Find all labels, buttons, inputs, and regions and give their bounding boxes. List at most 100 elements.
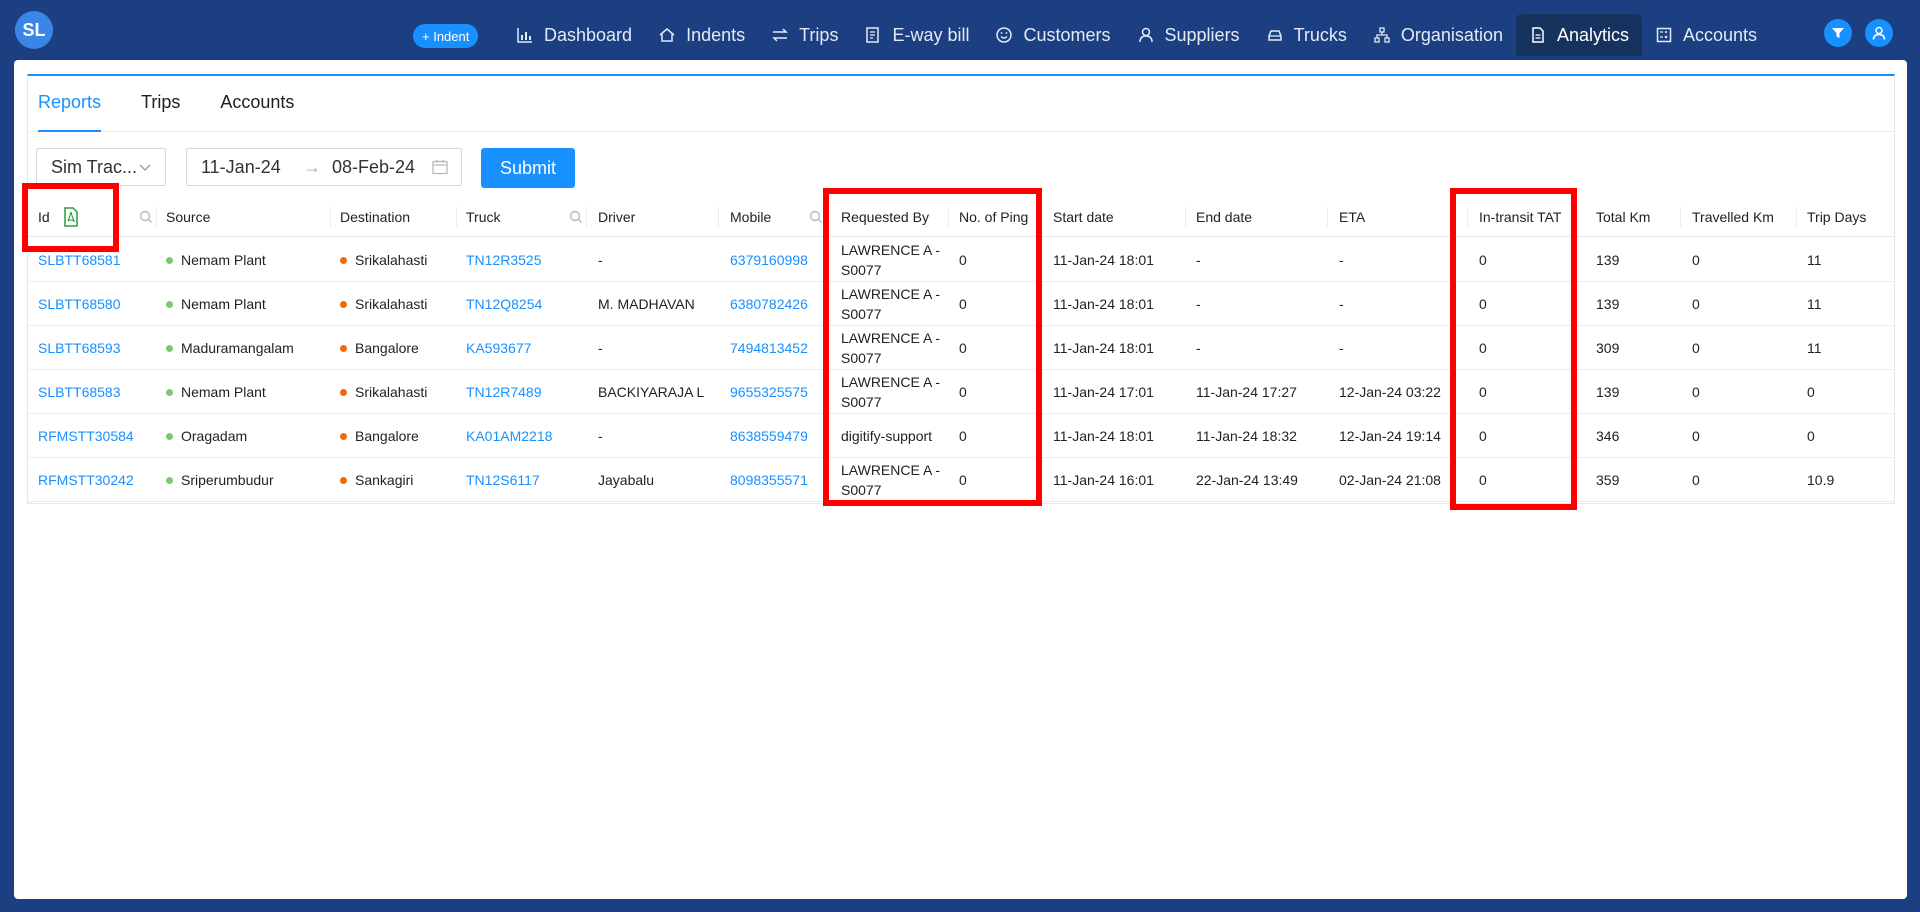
nav-analytics[interactable]: Analytics	[1515, 14, 1642, 56]
trip-id-link[interactable]: SLBTT68593	[38, 326, 121, 370]
date-from[interactable]: 11-Jan-24	[201, 157, 281, 178]
source-cell: Nemam Plant	[166, 238, 266, 282]
col-trip-days[interactable]: Trip Days	[1807, 197, 1866, 237]
date-range-arrow: →	[303, 156, 321, 177]
submit-button[interactable]: Submit	[481, 148, 575, 188]
trip-id-link[interactable]: SLBTT68583	[38, 370, 121, 414]
driver-cell: Jayabalu	[598, 472, 655, 488]
cluster-icon	[1374, 27, 1390, 43]
mobile-link[interactable]: 6380782426	[730, 282, 808, 326]
col-truck[interactable]: Truck	[466, 197, 500, 237]
destination-text: Srikalahasti	[355, 384, 428, 400]
tab-accounts[interactable]: Accounts	[210, 76, 304, 132]
mobile-link[interactable]: 8098355571	[730, 458, 808, 502]
truck-link[interactable]: TN12R7489	[466, 370, 542, 414]
search-icon[interactable]	[568, 209, 584, 225]
destination-dot	[340, 344, 347, 352]
filter-icon	[1832, 28, 1844, 38]
end-date-cell: -	[1196, 340, 1201, 356]
profile-button[interactable]	[1865, 19, 1893, 47]
truck-link[interactable]: KA593677	[466, 326, 531, 370]
highlight-box-requested-ping	[823, 188, 1042, 506]
total-km-cell: 346	[1596, 428, 1620, 444]
trip-id-link[interactable]: RFMSTT30242	[38, 458, 134, 502]
nav-organisation[interactable]: Organisation	[1360, 14, 1516, 56]
source-text: Nemam Plant	[181, 252, 266, 268]
trip-days-cell: 0	[1807, 428, 1815, 444]
destination-cell: Srikalahasti	[340, 282, 427, 326]
trip-days-cell: 11	[1807, 296, 1822, 312]
filter-button[interactable]	[1824, 19, 1852, 47]
col-travelled-km[interactable]: Travelled Km	[1692, 197, 1774, 237]
eta-cell: -	[1339, 296, 1344, 312]
truck-link[interactable]: TN12Q8254	[466, 282, 542, 326]
start-date-cell: 11-Jan-24 18:01	[1053, 428, 1154, 444]
truck-link[interactable]: KA01AM2218	[466, 414, 552, 458]
driver-cell: -	[598, 428, 603, 444]
user-icon	[1872, 26, 1886, 40]
nav-dashboard[interactable]: Dashboard	[503, 14, 645, 56]
destination-dot	[340, 432, 347, 440]
nav-indents[interactable]: Indents	[645, 14, 758, 56]
app-logo[interactable]: SL	[15, 11, 53, 49]
nav-label: Customers	[1023, 24, 1111, 45]
nav-accounts[interactable]: Accounts	[1642, 14, 1770, 56]
mobile-link[interactable]: 8638559479	[730, 414, 808, 458]
col-mobile[interactable]: Mobile	[730, 197, 771, 237]
tab-trips[interactable]: Trips	[131, 76, 190, 132]
eta-cell: 12-Jan-24 19:14	[1339, 428, 1441, 444]
search-icon[interactable]	[138, 209, 154, 225]
total-km-cell: 139	[1596, 384, 1620, 400]
source-dot	[166, 344, 173, 352]
mobile-link[interactable]: 6379160998	[730, 238, 808, 282]
column-divider	[1185, 207, 1186, 227]
source-text: Nemam Plant	[181, 296, 266, 312]
truck-link[interactable]: TN12R3525	[466, 238, 542, 282]
col-start-date[interactable]: Start date	[1053, 197, 1114, 237]
home-icon	[659, 28, 675, 42]
tab-reports[interactable]: Reports	[28, 76, 111, 132]
col-eta[interactable]: ETA	[1339, 197, 1365, 237]
col-destination[interactable]: Destination	[340, 197, 410, 237]
col-total-km[interactable]: Total Km	[1596, 197, 1650, 237]
nav-label: Trips	[799, 24, 839, 45]
driver-cell: -	[598, 340, 603, 356]
nav-trips[interactable]: Trips	[758, 14, 851, 56]
trip-days-cell: 11	[1807, 340, 1822, 356]
end-date-cell: 22-Jan-24 13:49	[1196, 472, 1298, 488]
column-divider	[718, 207, 719, 227]
trip-days-cell: 0	[1807, 384, 1815, 400]
travelled-km-cell: 0	[1692, 340, 1700, 356]
driver-cell: -	[598, 252, 603, 268]
travelled-km-cell: 0	[1692, 296, 1700, 312]
destination-text: Srikalahasti	[355, 252, 428, 268]
receipt-icon	[866, 27, 880, 43]
nav-trucks[interactable]: Trucks	[1253, 14, 1360, 56]
trip-id-link[interactable]: SLBTT68580	[38, 282, 121, 326]
nav-suppliers[interactable]: Suppliers	[1124, 14, 1253, 56]
highlight-box-id-export	[22, 183, 119, 252]
calendar-icon	[432, 160, 448, 175]
search-icon[interactable]	[808, 209, 824, 225]
truck-link[interactable]: TN12S6117	[466, 458, 540, 502]
col-end-date[interactable]: End date	[1196, 197, 1252, 237]
bar-chart-icon	[517, 28, 532, 43]
driver-cell: M. MADHAVAN	[598, 296, 695, 312]
mobile-link[interactable]: 7494813452	[730, 326, 808, 370]
nav-eway-bill[interactable]: E-way bill	[851, 14, 982, 56]
date-to[interactable]: 08-Feb-24	[332, 157, 415, 178]
source-cell: Maduramangalam	[166, 326, 294, 370]
col-driver[interactable]: Driver	[598, 197, 635, 237]
mobile-link[interactable]: 9655325575	[730, 370, 808, 414]
source-text: Oragadam	[181, 428, 248, 444]
new-indent-button[interactable]: + Indent	[413, 24, 479, 48]
destination-cell: Bangalore	[340, 414, 419, 458]
col-source[interactable]: Source	[166, 197, 210, 237]
nav-customers[interactable]: Customers	[982, 14, 1123, 56]
end-date-cell: 11-Jan-24 18:32	[1196, 428, 1297, 444]
trip-id-link[interactable]: RFMSTT30584	[38, 414, 134, 458]
nav-label: Analytics	[1556, 24, 1629, 45]
travelled-km-cell: 0	[1692, 384, 1700, 400]
report-type-select[interactable]: Sim Trac...	[36, 148, 166, 186]
date-range-picker[interactable]: 11-Jan-24 → 08-Feb-24	[186, 148, 462, 186]
